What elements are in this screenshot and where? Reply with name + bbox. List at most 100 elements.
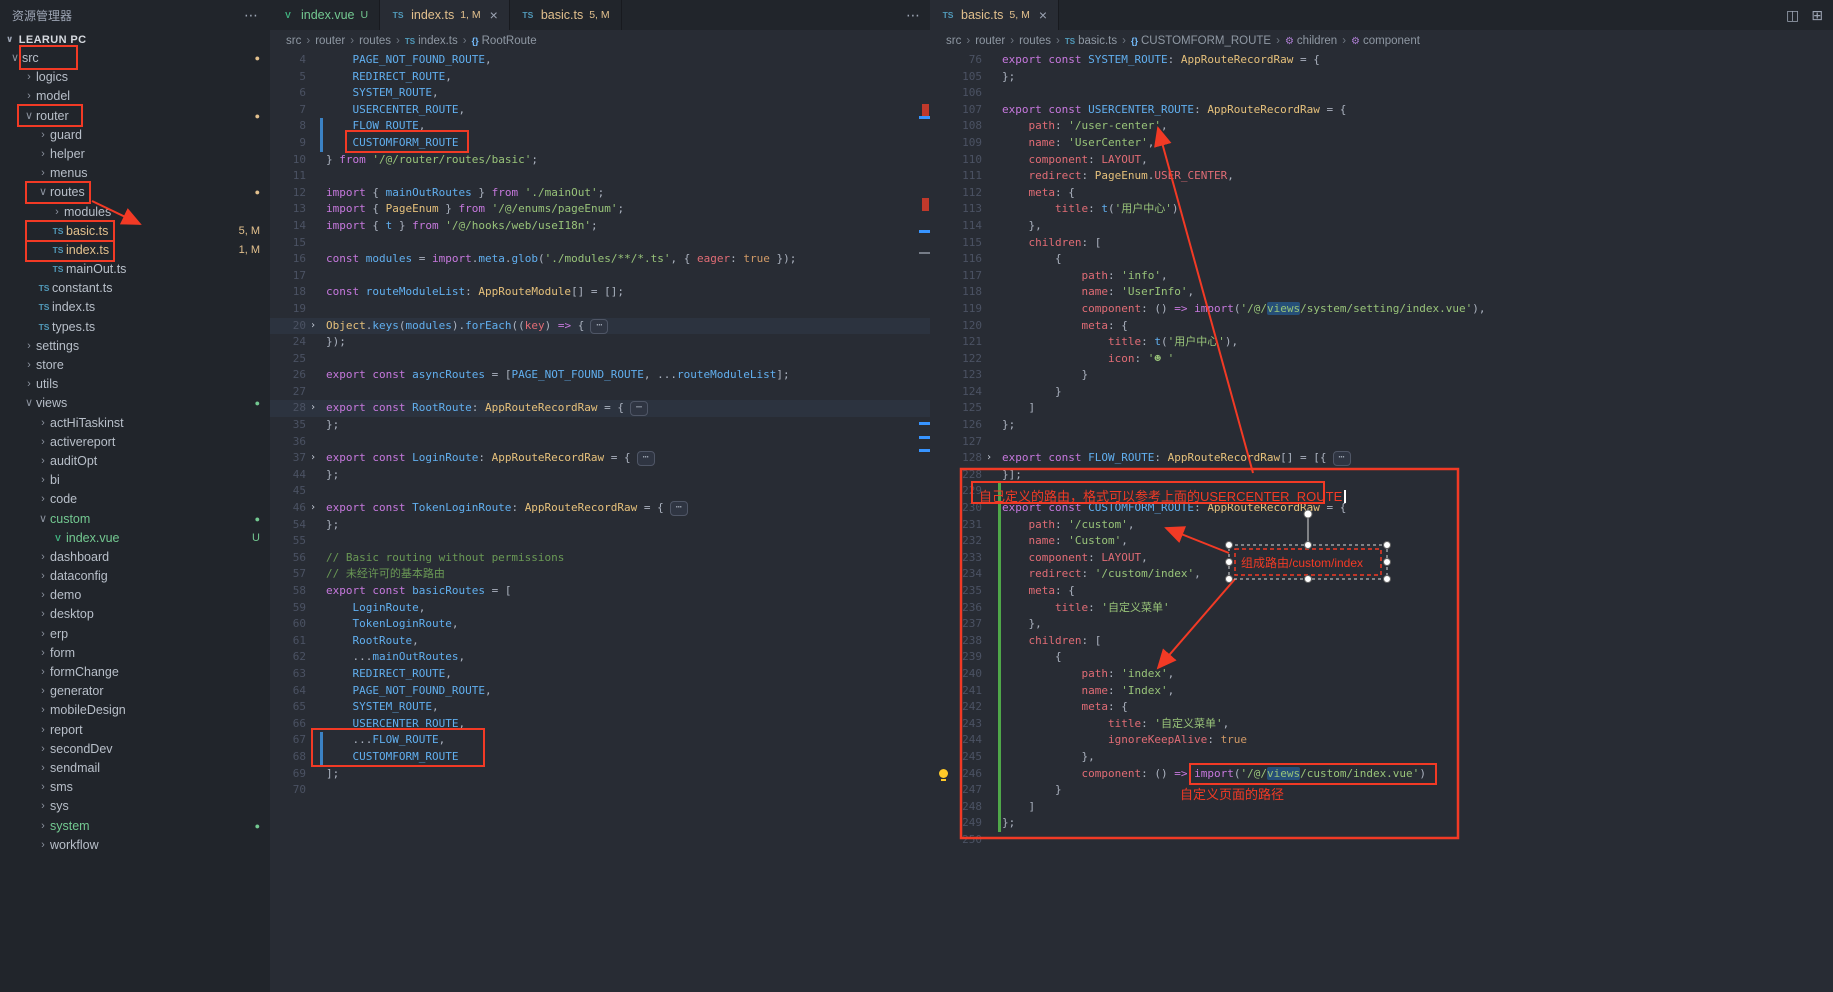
code-line-117[interactable]: 117 path: 'info',: [930, 268, 1833, 285]
breadcrumb-item-RootRoute[interactable]: {}RootRoute: [472, 35, 537, 47]
code-line-56[interactable]: 56// Basic routing without permissions: [270, 550, 930, 567]
folded-code-ellipsis[interactable]: ⋯: [630, 401, 648, 416]
folder-chevron-icon[interactable]: ›: [36, 414, 50, 433]
code-line-20[interactable]: 20›Object.keys(modules).forEach((key) =>…: [270, 318, 930, 335]
tree-item-settings[interactable]: ›settings: [0, 337, 270, 356]
code-line-112[interactable]: 112 meta: {: [930, 185, 1833, 202]
folder-chevron-icon[interactable]: ›: [36, 145, 50, 164]
folder-chevron-icon[interactable]: ›: [36, 721, 50, 740]
folder-chevron-icon[interactable]: ›: [36, 452, 50, 471]
code-line-4[interactable]: 4 PAGE_NOT_FOUND_ROUTE,: [270, 52, 930, 69]
layout-grid-icon[interactable]: ⊞: [1811, 7, 1823, 24]
code-line-116[interactable]: 116 {: [930, 251, 1833, 268]
code-line-244[interactable]: 244 ignoreKeepAlive: true: [930, 732, 1833, 749]
tree-item-erp[interactable]: ›erp: [0, 625, 270, 644]
folder-chevron-icon[interactable]: ›: [22, 337, 36, 356]
folder-chevron-icon[interactable]: ›: [36, 682, 50, 701]
code-editor-index-ts[interactable]: 4 PAGE_NOT_FOUND_ROUTE,5 REDIRECT_ROUTE,…: [270, 52, 930, 992]
folder-chevron-icon[interactable]: ›: [36, 164, 50, 183]
code-line-231[interactable]: 231 path: '/custom',: [930, 517, 1833, 534]
split-editor-icon[interactable]: ◫: [1786, 7, 1799, 24]
fold-chevron-icon[interactable]: ›: [306, 318, 320, 335]
code-line-250[interactable]: 250: [930, 832, 1833, 849]
breadcrumb-item-routes[interactable]: routes: [359, 35, 391, 47]
folder-chevron-icon[interactable]: ›: [36, 836, 50, 855]
file-tree[interactable]: ∨src●›logics›model∨router●›guard›helper›…: [0, 49, 270, 992]
code-line-17[interactable]: 17: [270, 268, 930, 285]
code-line-57[interactable]: 57// 未经许可的基本路由: [270, 566, 930, 583]
folder-chevron-icon[interactable]: ›: [36, 433, 50, 452]
folder-chevron-icon[interactable]: ›: [36, 126, 50, 145]
code-line-248[interactable]: 248 ]: [930, 799, 1833, 816]
code-line-14[interactable]: 14import { t } from '/@/hooks/web/useI18…: [270, 218, 930, 235]
folder-chevron-icon[interactable]: ›: [36, 759, 50, 778]
fold-chevron-icon[interactable]: ›: [306, 450, 320, 467]
folder-chevron-icon[interactable]: ›: [22, 356, 36, 375]
folder-chevron-icon[interactable]: ›: [36, 663, 50, 682]
folder-chevron-icon[interactable]: ›: [36, 797, 50, 816]
code-line-127[interactable]: 127: [930, 434, 1833, 451]
tree-item-menus[interactable]: ›menus: [0, 164, 270, 183]
tree-item-secondDev[interactable]: ›secondDev: [0, 740, 270, 759]
code-line-109[interactable]: 109 name: 'UserCenter',: [930, 135, 1833, 152]
breadcrumb-item-CUSTOMFORM_ROUTE[interactable]: {}CUSTOMFORM_ROUTE: [1131, 35, 1271, 47]
code-line-228[interactable]: 228}];: [930, 467, 1833, 484]
tree-item-index.ts[interactable]: TSindex.ts: [0, 298, 270, 317]
code-line-106[interactable]: 106: [930, 85, 1833, 102]
tree-item-form[interactable]: ›form: [0, 644, 270, 663]
tree-item-utils[interactable]: ›utils: [0, 375, 270, 394]
tree-item-report[interactable]: ›report: [0, 721, 270, 740]
code-line-120[interactable]: 120 meta: {: [930, 318, 1833, 335]
code-line-6[interactable]: 6 SYSTEM_ROUTE,: [270, 85, 930, 102]
code-line-247[interactable]: 247 }: [930, 782, 1833, 799]
breadcrumb-item-routes[interactable]: routes: [1019, 35, 1051, 47]
code-editor-basic-ts[interactable]: 76export const SYSTEM_ROUTE: AppRouteRec…: [930, 52, 1833, 992]
code-line-45[interactable]: 45: [270, 483, 930, 500]
code-line-126[interactable]: 126};: [930, 417, 1833, 434]
tree-item-index.ts[interactable]: TSindex.ts1, M: [0, 241, 270, 260]
code-line-63[interactable]: 63 REDIRECT_ROUTE,: [270, 666, 930, 683]
code-line-44[interactable]: 44};: [270, 467, 930, 484]
code-line-246[interactable]: 246 component: () => import('/@/views/cu…: [930, 766, 1833, 783]
tree-item-guard[interactable]: ›guard: [0, 126, 270, 145]
folded-code-ellipsis[interactable]: ⋯: [1333, 451, 1351, 466]
folder-chevron-icon[interactable]: ›: [36, 586, 50, 605]
tree-item-desktop[interactable]: ›desktop: [0, 605, 270, 624]
folder-chevron-icon[interactable]: ›: [36, 644, 50, 663]
code-line-233[interactable]: 233 component: LAYOUT,: [930, 550, 1833, 567]
folder-chevron-icon[interactable]: ∨: [36, 183, 50, 202]
tree-item-formChange[interactable]: ›formChange: [0, 663, 270, 682]
tree-item-demo[interactable]: ›demo: [0, 586, 270, 605]
code-line-121[interactable]: 121 title: t('用户中心'),: [930, 334, 1833, 351]
tree-item-generator[interactable]: ›generator: [0, 682, 270, 701]
code-line-113[interactable]: 113 title: t('用户中心'): [930, 201, 1833, 218]
code-line-9[interactable]: 9 CUSTOMFORM_ROUTE: [270, 135, 930, 152]
tree-item-helper[interactable]: ›helper: [0, 145, 270, 164]
code-line-5[interactable]: 5 REDIRECT_ROUTE,: [270, 69, 930, 86]
code-line-13[interactable]: 13import { PageEnum } from '/@/enums/pag…: [270, 201, 930, 218]
tree-item-index.vue[interactable]: Vindex.vueU: [0, 529, 270, 548]
tree-item-constant.ts[interactable]: TSconstant.ts: [0, 279, 270, 298]
tree-item-store[interactable]: ›store: [0, 356, 270, 375]
code-line-111[interactable]: 111 redirect: PageEnum.USER_CENTER,: [930, 168, 1833, 185]
code-line-122[interactable]: 122 icon: '☻ ': [930, 351, 1833, 368]
tree-item-code[interactable]: ›code: [0, 490, 270, 509]
tree-item-system[interactable]: ›system●: [0, 817, 270, 836]
tree-item-sys[interactable]: ›sys: [0, 797, 270, 816]
fold-chevron-icon[interactable]: ›: [306, 400, 320, 417]
workspace-section-header[interactable]: ∨ LEARUN PC: [0, 30, 270, 49]
fold-chevron-icon[interactable]: ›: [306, 500, 320, 517]
code-line-230[interactable]: 230export const CUSTOMFORM_ROUTE: AppRou…: [930, 500, 1833, 517]
folder-chevron-icon[interactable]: ›: [22, 68, 36, 87]
lightbulb-icon[interactable]: [939, 769, 948, 778]
code-line-65[interactable]: 65 SYSTEM_ROUTE,: [270, 699, 930, 716]
code-line-238[interactable]: 238 children: [: [930, 633, 1833, 650]
folder-chevron-icon[interactable]: ∨: [22, 107, 36, 126]
folder-chevron-icon[interactable]: ›: [36, 605, 50, 624]
code-line-115[interactable]: 115 children: [: [930, 235, 1833, 252]
tree-item-logics[interactable]: ›logics: [0, 68, 270, 87]
overview-ruler-middle[interactable]: [918, 0, 930, 992]
code-line-241[interactable]: 241 name: 'Index',: [930, 683, 1833, 700]
code-line-67[interactable]: 67 ...FLOW_ROUTE,: [270, 732, 930, 749]
code-line-119[interactable]: 119 component: () => import('/@/views/sy…: [930, 301, 1833, 318]
